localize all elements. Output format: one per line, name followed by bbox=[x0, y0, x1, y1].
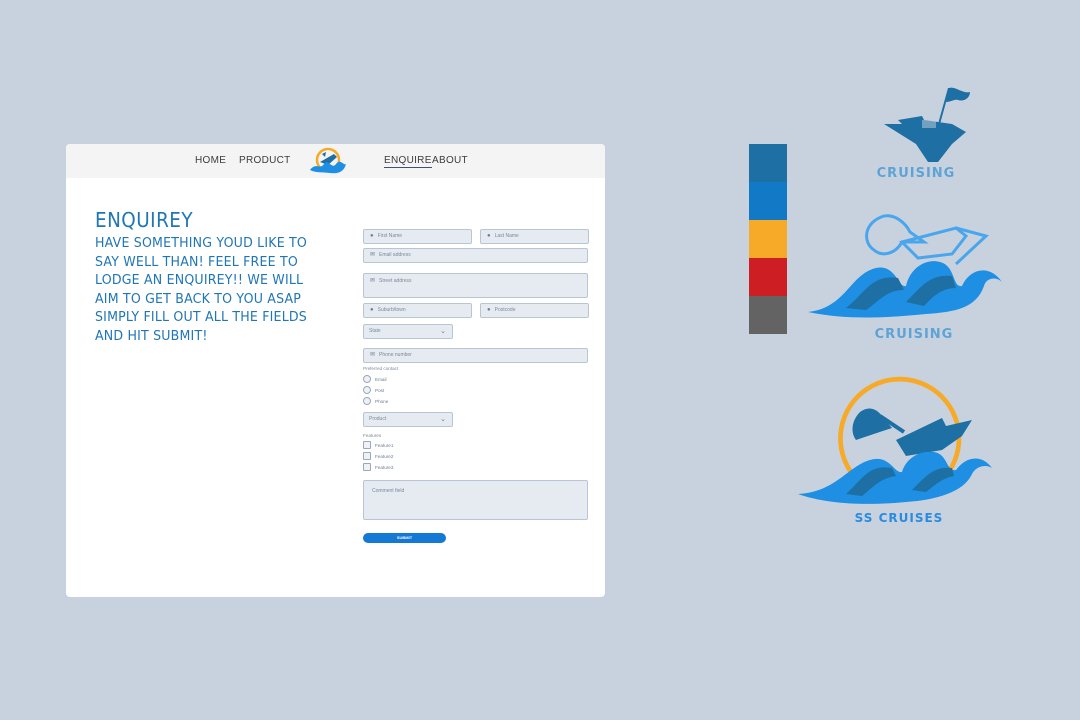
nav-logo-icon[interactable] bbox=[308, 146, 348, 176]
chevron-down-icon: ⌄ bbox=[440, 416, 446, 423]
email-placeholder: Email address bbox=[379, 252, 411, 258]
logo1-caption: CRUISING bbox=[876, 166, 956, 181]
street-address-field[interactable]: ✉ Street address bbox=[363, 273, 588, 298]
logo3-caption: SS CRUISES bbox=[854, 511, 944, 525]
user-icon: ● bbox=[370, 307, 374, 313]
cruise-wave-logo-icon bbox=[808, 214, 1002, 318]
preferred-contact-label: Preferred contact bbox=[363, 366, 399, 371]
palette-swatch-3 bbox=[749, 220, 787, 258]
postcode-placeholder: Postcode bbox=[494, 307, 516, 313]
ship-logo-icon bbox=[884, 87, 970, 162]
palette-swatch-1 bbox=[749, 144, 787, 182]
chevron-down-icon: ⌄ bbox=[440, 328, 446, 335]
feature3-label: Feature3 bbox=[375, 464, 394, 470]
last-name-field[interactable]: ● Last Name bbox=[480, 229, 589, 244]
radio-email[interactable]: Email bbox=[363, 375, 387, 383]
radio-circle[interactable] bbox=[363, 375, 371, 383]
nav-enquire[interactable]: ENQUIRE bbox=[384, 155, 432, 168]
checkbox-box[interactable] bbox=[363, 452, 371, 460]
radio-email-label: Email bbox=[375, 376, 387, 382]
street-address-placeholder: Street address bbox=[379, 278, 412, 284]
email-field[interactable]: ✉ Email address bbox=[363, 248, 588, 263]
enquiry-page-mockup: HOME PRODUCT ENQUIRE ABOUT ENQUIREY HAVE… bbox=[66, 144, 605, 597]
phone-field[interactable]: ✉ Phone number bbox=[363, 348, 588, 363]
user-icon: ● bbox=[370, 233, 374, 239]
mail-icon: ✉ bbox=[370, 278, 376, 284]
suburb-placeholder: Suburb/town bbox=[377, 307, 406, 313]
phone-placeholder: Phone number bbox=[379, 352, 412, 358]
palette-swatch-4 bbox=[749, 258, 787, 296]
mail-icon: ✉ bbox=[370, 352, 376, 358]
radio-phone[interactable]: Phone bbox=[363, 397, 388, 405]
comment-field[interactable]: Comment field bbox=[363, 480, 588, 520]
product-select[interactable]: Product ⌄ bbox=[363, 412, 453, 427]
radio-post-label: Post bbox=[375, 387, 385, 393]
feature3-checkbox[interactable]: Feature3 bbox=[363, 463, 393, 471]
nav-home[interactable]: HOME bbox=[195, 155, 226, 166]
palette-swatch-2 bbox=[749, 182, 787, 220]
nav-product[interactable]: PRODUCT bbox=[239, 155, 291, 166]
navbar: HOME PRODUCT ENQUIRE ABOUT bbox=[66, 144, 605, 178]
logo2-caption: CRUISING bbox=[874, 327, 954, 342]
suburb-field[interactable]: ● Suburb/town bbox=[363, 303, 472, 318]
last-name-placeholder: Last Name bbox=[494, 233, 519, 239]
first-name-placeholder: First Name bbox=[377, 233, 403, 239]
feature2-label: Feature2 bbox=[375, 453, 394, 459]
state-select-value: State bbox=[369, 328, 381, 334]
intro-text: HAVE SOMETHING YOUD LIKE TO SAY WELL THA… bbox=[95, 236, 308, 344]
user-icon: ● bbox=[487, 307, 491, 313]
first-name-field[interactable]: ● First Name bbox=[363, 229, 472, 244]
submit-button[interactable]: SUBMIT bbox=[363, 533, 446, 543]
radio-phone-label: Phone bbox=[375, 398, 389, 404]
feature1-checkbox[interactable]: Feature1 bbox=[363, 441, 393, 449]
feature2-checkbox[interactable]: Feature2 bbox=[363, 452, 393, 460]
checkbox-box[interactable] bbox=[363, 441, 371, 449]
ss-cruises-logo-icon bbox=[798, 376, 992, 504]
radio-circle[interactable] bbox=[363, 386, 371, 394]
radio-circle[interactable] bbox=[363, 397, 371, 405]
nav-about[interactable]: ABOUT bbox=[432, 155, 468, 166]
user-icon: ● bbox=[487, 233, 491, 239]
checkbox-box[interactable] bbox=[363, 463, 371, 471]
mail-icon: ✉ bbox=[370, 252, 376, 258]
page-title: ENQUIREY bbox=[95, 208, 194, 232]
postcode-field[interactable]: ● Postcode bbox=[480, 303, 589, 318]
feature1-label: Feature1 bbox=[375, 442, 394, 448]
features-label: Features bbox=[363, 433, 382, 438]
palette-swatch-5 bbox=[749, 296, 787, 334]
radio-post[interactable]: Post bbox=[363, 386, 384, 394]
product-select-value: Product bbox=[369, 416, 387, 422]
state-select[interactable]: State ⌄ bbox=[363, 324, 453, 339]
